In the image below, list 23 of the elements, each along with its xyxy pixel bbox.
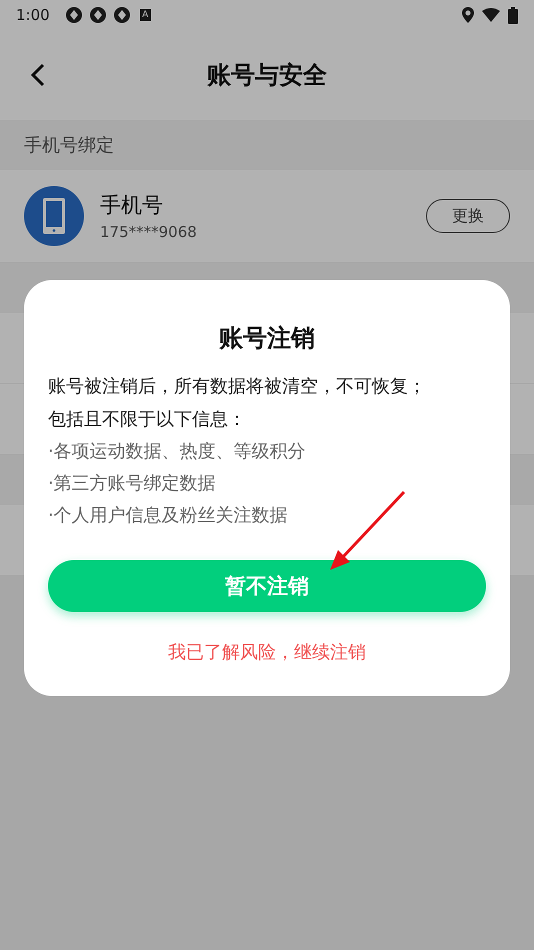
info-item: ·个人用户信息及粉丝关注数据 bbox=[48, 504, 288, 528]
info-item: ·各项运动数据、热度、等级积分 bbox=[48, 440, 306, 464]
phone-icon bbox=[24, 186, 84, 246]
phone-number: 175****9068 bbox=[100, 223, 198, 241]
aperture-icon bbox=[90, 7, 106, 23]
dialog-message: 账号被注销后，所有数据将被清空，不可恢复； bbox=[48, 375, 426, 399]
dialog-title: 账号注销 bbox=[218, 323, 316, 354]
notification-icon: A bbox=[138, 7, 153, 23]
back-icon[interactable] bbox=[30, 63, 46, 87]
battery-icon bbox=[508, 6, 518, 24]
list-row[interactable]: 手机号 175****9068 更换 bbox=[0, 170, 534, 263]
dialog-message: 包括且不限于以下信息： bbox=[48, 408, 246, 432]
location-icon bbox=[462, 7, 474, 23]
aperture-icon bbox=[114, 7, 130, 23]
status-time: 1:00 bbox=[16, 6, 50, 24]
wifi-icon bbox=[482, 8, 500, 22]
row-title: 手机号 bbox=[100, 192, 164, 219]
change-button[interactable]: 更换 bbox=[426, 199, 510, 233]
section-title: 手机号绑定 bbox=[24, 134, 114, 157]
aperture-icon bbox=[66, 7, 82, 23]
continue-link[interactable]: 我已了解风险，继续注销 bbox=[168, 640, 366, 664]
page-title: 账号与安全 bbox=[207, 60, 327, 91]
info-item: ·第三方账号绑定数据 bbox=[48, 472, 216, 496]
